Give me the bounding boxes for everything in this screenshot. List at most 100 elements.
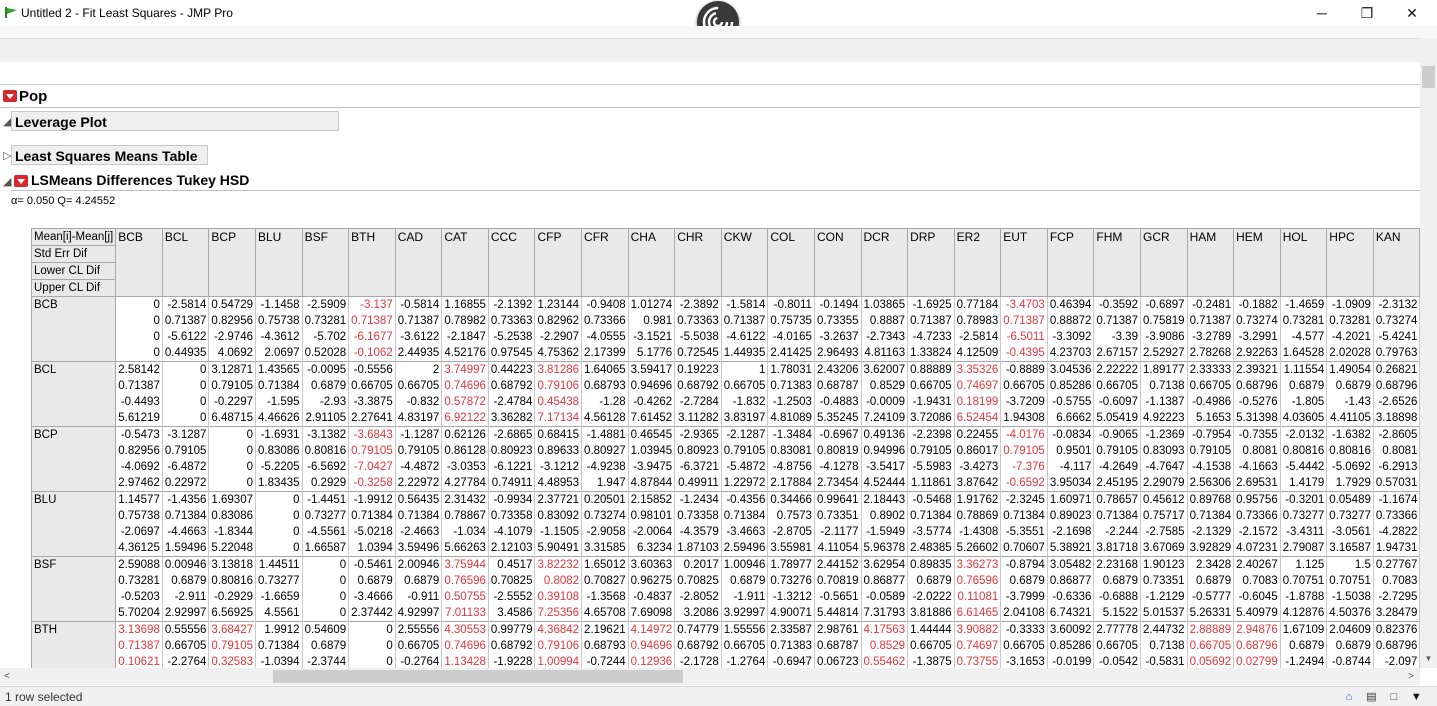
table-cell: 4.0692	[209, 345, 256, 362]
column-header[interactable]: BCL	[162, 229, 209, 297]
table-cell: 3.05482	[1047, 557, 1094, 574]
table-cell: 0.6879	[1280, 378, 1327, 394]
column-header[interactable]: CFP	[535, 229, 582, 297]
close-button[interactable]: ✕	[1389, 2, 1435, 24]
table-cell: 0.73276	[768, 573, 815, 589]
lsm-table-header[interactable]: Least Squares Means Table	[11, 145, 208, 165]
table-cell: -0.5461	[349, 557, 396, 574]
column-header[interactable]: CON	[814, 229, 861, 297]
leverage-plot-header[interactable]: Leverage Plot	[11, 111, 339, 131]
table-cell: -2.9365	[675, 427, 722, 444]
table-row: 2.974620.2297201.834350.2929-0.32582.229…	[32, 475, 1421, 492]
table-cell: 0.71384	[256, 378, 303, 394]
table-cell: 7.01133	[442, 605, 489, 622]
table-cell: 0.79105	[209, 378, 256, 394]
column-header[interactable]: BTH	[349, 229, 396, 297]
scroll-left-icon[interactable]: <	[0, 668, 14, 685]
scroll-right-icon[interactable]: >	[1404, 668, 1418, 685]
table-cell: -1.8344	[209, 524, 256, 540]
table-cell: 1.87103	[675, 540, 722, 557]
table-cell: 1.7929	[1327, 475, 1374, 492]
table-cell: -3.0561	[1327, 524, 1374, 540]
table-cell: 4.30553	[442, 622, 489, 639]
horizontal-scrollbar[interactable]: < >	[0, 668, 1420, 685]
column-header[interactable]: FCP	[1047, 229, 1094, 297]
table-cell: 0.78867	[442, 508, 489, 524]
table-cell: -1.4451	[302, 492, 349, 509]
tukey-disclosure-icon[interactable]: ◢	[3, 175, 11, 188]
table-cell: -0.4986	[1187, 394, 1234, 410]
column-header[interactable]: BSF	[302, 229, 349, 297]
vertical-scrollbar[interactable]: ▼	[1420, 38, 1437, 668]
column-header[interactable]: DCR	[861, 229, 908, 297]
window-list-icon[interactable]: ▤	[1364, 690, 1378, 704]
scroll-down-icon[interactable]: ▼	[1420, 652, 1437, 666]
dropdown-arrow-icon[interactable]: ▼	[1409, 690, 1423, 704]
table-cell: 2.67157	[1094, 345, 1141, 362]
row-header[interactable]: BSF	[32, 557, 116, 622]
pop-red-triangle-menu-icon[interactable]	[3, 90, 17, 102]
horizontal-scroll-thumb[interactable]	[273, 670, 683, 683]
table-row: 0.713870.667050.791050.713840.687900.667…	[32, 638, 1421, 654]
column-header[interactable]: DRP	[908, 229, 955, 297]
table-cell: -2.0132	[1280, 427, 1327, 444]
row-header[interactable]: BLU	[32, 492, 116, 557]
table-cell: 0	[162, 362, 209, 379]
column-header[interactable]: HEM	[1234, 229, 1281, 297]
table-cell: 0.6879	[1327, 638, 1374, 654]
minimize-button[interactable]: ─	[1299, 2, 1345, 24]
column-header[interactable]: CHA	[628, 229, 675, 297]
row-header[interactable]: BCB	[32, 297, 116, 362]
table-cell: 0.75738	[256, 313, 303, 329]
table-cell: 1.64065	[582, 362, 629, 379]
table-cell: -6.5011	[1001, 329, 1048, 345]
table-cell: -0.0095	[302, 362, 349, 379]
table-cell: 0.68796	[1373, 638, 1420, 654]
table-cell: 2.56306	[1187, 475, 1234, 492]
column-header[interactable]: FHM	[1094, 229, 1141, 297]
maximize-button[interactable]: ❐	[1344, 2, 1390, 24]
table-cell: 0.73358	[675, 508, 722, 524]
table-cell: 5.38921	[1047, 540, 1094, 557]
table-cell: -3.4311	[1280, 524, 1327, 540]
table-cell: -1.0394	[256, 654, 303, 668]
tukey-title: LSMeans Differences Tukey HSD	[31, 172, 249, 188]
home-icon[interactable]: ⌂	[1342, 690, 1356, 704]
column-header[interactable]: CKW	[721, 229, 768, 297]
table-cell: 1.55556	[721, 622, 768, 639]
column-header[interactable]: ER2	[954, 229, 1001, 297]
column-header[interactable]: EUT	[1001, 229, 1048, 297]
column-header[interactable]: BLU	[256, 229, 303, 297]
layout-box-icon[interactable]: □	[1387, 690, 1401, 704]
tukey-red-triangle-menu-icon[interactable]	[14, 175, 28, 187]
column-header[interactable]: CHR	[675, 229, 722, 297]
column-header[interactable]: CFR	[582, 229, 629, 297]
column-header[interactable]: CCC	[488, 229, 535, 297]
table-cell: 0.71384	[721, 508, 768, 524]
table-cell: -3.3092	[1047, 329, 1094, 345]
column-header[interactable]: GCR	[1140, 229, 1187, 297]
column-header[interactable]: HPC	[1327, 229, 1374, 297]
table-cell: 0.99779	[488, 622, 535, 639]
table-row: -2.0697-4.4663-1.83440-4.5561-5.0218-2.4…	[32, 524, 1421, 540]
vertical-scroll-thumb[interactable]	[1422, 66, 1435, 88]
row-header[interactable]: BTH	[32, 622, 116, 669]
column-header[interactable]: KAN	[1373, 229, 1420, 297]
table-cell: 0.79105	[162, 443, 209, 459]
column-header[interactable]: BCP	[209, 229, 256, 297]
table-cell: 0.78869	[954, 508, 1001, 524]
column-header[interactable]: COL	[768, 229, 815, 297]
table-cell: 0.75717	[1140, 508, 1187, 524]
table-cell: 0.45612	[1140, 492, 1187, 509]
table-cell: 0.981	[628, 313, 675, 329]
jmp-app-icon	[5, 7, 17, 18]
column-header[interactable]: CAD	[395, 229, 442, 297]
column-header[interactable]: BCB	[116, 229, 163, 297]
table-cell: 1.83435	[256, 475, 303, 492]
column-header[interactable]: CAT	[442, 229, 489, 297]
table-cell: 0.79105	[1001, 443, 1048, 459]
row-header[interactable]: BCL	[32, 362, 116, 427]
row-header[interactable]: BCP	[32, 427, 116, 492]
column-header[interactable]: HAM	[1187, 229, 1234, 297]
column-header[interactable]: HOL	[1280, 229, 1327, 297]
